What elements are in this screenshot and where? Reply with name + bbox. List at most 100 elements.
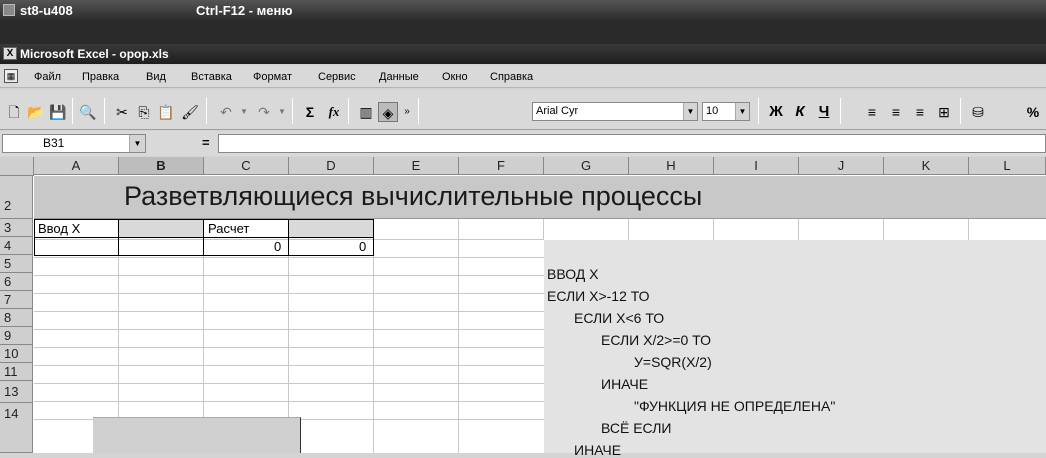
cell-a3[interactable]: Ввод X — [38, 221, 80, 236]
row-header-2[interactable]: 2 — [0, 176, 33, 219]
gridline — [34, 347, 544, 348]
row-header-8[interactable]: 8 — [0, 309, 33, 327]
font-size-value: 10 — [706, 105, 719, 117]
formula-bar: B31 ▼ = — [0, 131, 1046, 156]
select-all-corner[interactable] — [0, 157, 34, 176]
cell-d4[interactable]: 0 — [359, 239, 366, 254]
column-header-e[interactable]: E — [374, 157, 459, 175]
align-center-icon[interactable]: ≡ — [886, 102, 906, 122]
percent-button[interactable]: % — [1022, 102, 1044, 122]
align-right-icon[interactable]: ≡ — [910, 102, 930, 122]
row-header-7[interactable]: 7 — [0, 291, 33, 309]
gridline — [798, 219, 799, 240]
worksheet-grid[interactable]: A B C D E F G H I J K L 2 3 4 5 6 7 8 9 … — [0, 157, 1046, 458]
algorithm-textbox[interactable]: ВВОД X ЕСЛИ X>-12 ТО ЕСЛИ X<6 ТО ЕСЛИ X/… — [544, 240, 1046, 458]
gridline — [34, 275, 544, 276]
align-left-icon[interactable]: ≡ — [862, 102, 882, 122]
redo-icon[interactable]: ↷ — [254, 102, 274, 122]
name-box[interactable]: B31 ▼ — [2, 134, 146, 153]
gridline — [458, 219, 459, 453]
autosum-icon[interactable]: Σ — [300, 102, 320, 122]
algorithm-line: ЕСЛИ X/2>=0 ТО — [601, 332, 711, 348]
menu-tools[interactable]: Сервис — [318, 71, 356, 83]
merge-center-icon[interactable]: ⊞ — [934, 102, 954, 122]
column-header-c[interactable]: C — [204, 157, 289, 175]
menu-data[interactable]: Данные — [379, 71, 419, 83]
menu-view[interactable]: Вид — [146, 71, 166, 83]
formula-input[interactable] — [218, 134, 1046, 153]
gridline — [34, 239, 544, 240]
gridline — [713, 219, 714, 240]
new-document-icon[interactable]: 🗋 — [4, 102, 24, 122]
menu-insert[interactable]: Вставка — [191, 71, 232, 83]
font-size-combo[interactable]: 10 ▼ — [702, 102, 750, 121]
gridline — [34, 329, 544, 330]
window-gap — [0, 21, 1046, 44]
cell-b3[interactable] — [119, 220, 203, 237]
algorithm-line: У=SQR(X/2) — [634, 354, 712, 370]
row-header-9[interactable]: 9 — [0, 327, 33, 345]
chevron-down-icon[interactable]: ▼ — [735, 103, 749, 120]
paste-icon[interactable]: 📋 — [156, 102, 176, 122]
italic-button[interactable]: К — [790, 102, 810, 122]
row-header-13[interactable]: 13 — [0, 381, 33, 403]
underline-button[interactable]: Ч — [814, 102, 834, 122]
menu-file[interactable]: Файл — [34, 71, 61, 83]
toolbar-options-icon[interactable]: » — [400, 102, 414, 122]
format-painter-icon[interactable]: 🖌 — [180, 102, 200, 122]
insert-function-icon[interactable]: fx — [324, 102, 344, 122]
row-header-11[interactable]: 11 — [0, 363, 33, 381]
row-header-4[interactable]: 4 — [0, 237, 33, 255]
copy-icon[interactable]: ⎘ — [134, 102, 154, 122]
column-header-k[interactable]: K — [884, 157, 969, 175]
column-header-b[interactable]: B — [119, 157, 204, 175]
cell-c4[interactable]: 0 — [274, 239, 281, 254]
redo-dropdown-icon[interactable]: ▼ — [272, 102, 292, 122]
bold-button[interactable]: Ж — [766, 102, 786, 122]
column-header-d[interactable]: D — [289, 157, 374, 175]
toolbar-separator — [418, 98, 419, 124]
cut-icon[interactable]: ✂ — [112, 102, 132, 122]
column-header-j[interactable]: J — [799, 157, 884, 175]
row-header-10[interactable]: 10 — [0, 345, 33, 363]
formula-equals-icon[interactable]: = — [202, 135, 210, 150]
cell-c3[interactable]: Расчет — [208, 221, 249, 236]
excel-title-bar: X Microsoft Excel - opop.xls — [0, 44, 1046, 64]
row-header-14[interactable]: 14 — [0, 403, 33, 453]
column-header-h[interactable]: H — [629, 157, 714, 175]
chevron-down-icon[interactable]: ▼ — [129, 135, 145, 152]
currency-icon[interactable]: ⛁ — [968, 102, 988, 122]
row-header-3[interactable]: 3 — [0, 219, 33, 237]
column-header-a[interactable]: A — [34, 157, 119, 175]
title-banner[interactable]: Разветвляющиеся вычислительные процессы — [34, 176, 1046, 219]
row-header-6[interactable]: 6 — [0, 273, 33, 291]
grey-shape[interactable] — [93, 417, 301, 453]
excel-app-icon[interactable]: X — [3, 47, 17, 60]
algorithm-line: ИНАЧЕ — [574, 442, 622, 458]
column-header-f[interactable]: F — [459, 157, 544, 175]
table-border — [34, 219, 35, 256]
workbook-icon[interactable]: ▦ — [4, 69, 18, 83]
open-folder-icon[interactable]: 📂 — [26, 102, 46, 122]
chart-wizard-icon[interactable]: ▥ — [356, 102, 376, 122]
font-name-combo[interactable]: Arial Cyr ▼ — [532, 102, 698, 121]
undo-icon[interactable]: ↶ — [216, 102, 236, 122]
row-header-5[interactable]: 5 — [0, 255, 33, 273]
undo-dropdown-icon[interactable]: ▼ — [234, 102, 254, 122]
menu-help[interactable]: Справка — [490, 71, 533, 83]
table-border — [34, 255, 374, 256]
column-header-i[interactable]: I — [714, 157, 799, 175]
menu-format[interactable]: Формат — [253, 71, 292, 83]
menu-window[interactable]: Окно — [442, 71, 468, 83]
drawing-icon[interactable]: ◈ — [378, 102, 398, 122]
name-box-value: B31 — [43, 136, 65, 150]
print-preview-icon[interactable]: 🔍 — [78, 102, 98, 122]
save-icon[interactable]: 💾 — [48, 102, 68, 122]
gridline — [968, 219, 969, 240]
column-header-l[interactable]: L — [969, 157, 1046, 175]
column-header-g[interactable]: G — [544, 157, 629, 175]
menu-edit[interactable]: Правка — [82, 71, 119, 83]
toolbar-separator — [292, 98, 293, 124]
chevron-down-icon[interactable]: ▼ — [683, 103, 697, 120]
cell-d3[interactable] — [289, 220, 373, 237]
